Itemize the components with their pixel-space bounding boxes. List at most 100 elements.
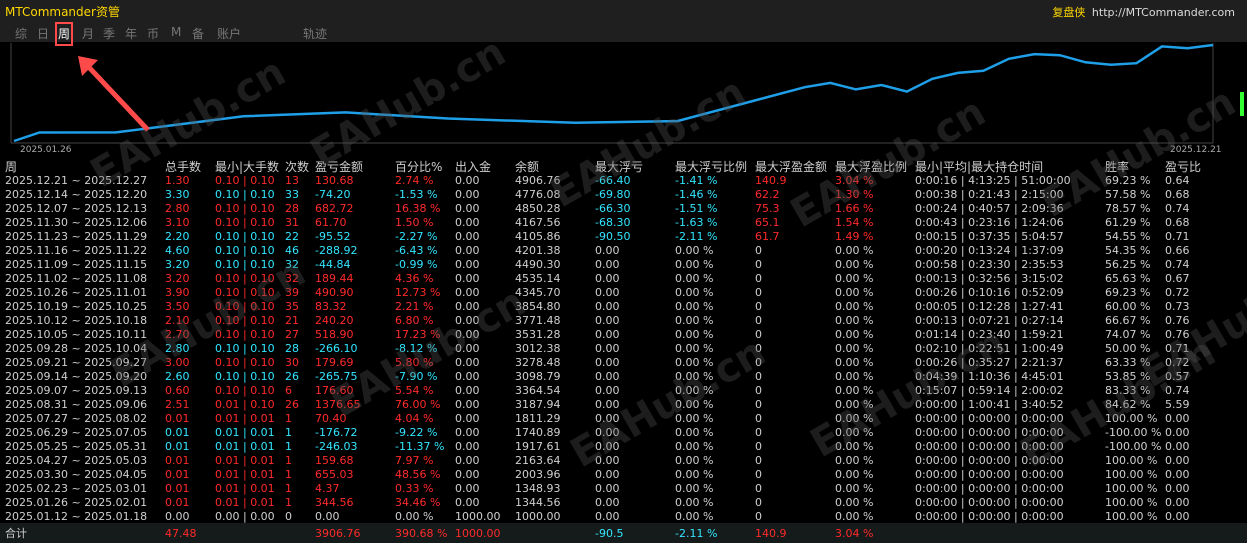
table-row[interactable]: 2025.01.12 ~ 2025.01.18 0.00 0.00 | 0.00 0 0…	[0, 510, 1247, 524]
table-cell: 84.62 %	[1105, 398, 1151, 411]
table-cell: 0.00	[455, 202, 480, 215]
table-cell: 0.00 %	[835, 356, 874, 369]
table-row[interactable]: 2025.10.05 ~ 2025.10.11 2.70 0.10 | 0.10 27…	[0, 328, 1247, 342]
tab-5[interactable]: 年	[125, 25, 137, 43]
tab-6[interactable]: 币	[147, 25, 159, 43]
table-cell: 0:00:26 | 0:10:16 | 0:52:09	[915, 286, 1064, 299]
table-row[interactable]: 2025.01.26 ~ 2025.02.01 0.01 0.01 | 0.01 1 3…	[0, 496, 1247, 510]
table-cell: 0.01 | 0.10	[215, 398, 275, 411]
table-cell: 2.10	[165, 314, 190, 327]
table-cell: 0	[755, 468, 762, 481]
column-header: 次数	[285, 160, 310, 174]
table-row[interactable]: 2025.09.07 ~ 2025.09.13 0.60 0.10 | 0.10 6 1…	[0, 384, 1247, 398]
table-cell: 0.00	[595, 314, 620, 327]
table-cell: 0	[755, 286, 762, 299]
column-header: 百分比%	[395, 160, 443, 174]
table-row[interactable]: 2025.12.21 ~ 2025.12.27 1.30 0.10 | 0.10 13…	[0, 174, 1247, 188]
table-cell: 5.59	[1165, 398, 1190, 411]
table-row[interactable]: 2025.04.27 ~ 2025.05.03 0.01 0.01 | 0.01 1 1…	[0, 454, 1247, 468]
table-cell: 0.01	[165, 412, 190, 425]
table-cell: 60.00 %	[1105, 300, 1151, 313]
table-cell: 0.10 | 0.10	[215, 384, 275, 397]
table-cell: 0.00	[595, 426, 620, 439]
table-cell: 3531.28	[515, 328, 561, 341]
table-cell: 69.23 %	[1105, 174, 1151, 187]
table-row[interactable]: 2025.05.25 ~ 2025.05.31 0.01 0.01 | 0.01 1 -…	[0, 440, 1247, 454]
table-cell: 3364.54	[515, 384, 561, 397]
chart-scrollbar[interactable]	[1240, 44, 1245, 156]
table-row[interactable]: 2025.10.19 ~ 2025.10.25 3.50 0.10 | 0.10 35…	[0, 300, 1247, 314]
brand[interactable]: 复盘侠 http://MTCommander.com	[1052, 4, 1235, 20]
table-cell: 0.00 %	[675, 272, 714, 285]
table-row[interactable]: 2025.06.29 ~ 2025.07.05 0.01 0.01 | 0.01 1 -…	[0, 426, 1247, 440]
column-header: 最大浮盈金额	[755, 160, 828, 174]
table-cell: 0:00:58 | 0:23:30 | 2:35:53	[915, 258, 1064, 271]
table-cell: 0.10 | 0.10	[215, 202, 275, 215]
table-cell: 1000.00	[515, 510, 561, 523]
table-cell: 0.01 | 0.01	[215, 412, 275, 425]
table-cell: 13	[285, 174, 299, 187]
table-cell: 4201.38	[515, 244, 561, 257]
table-row[interactable]: 2025.11.02 ~ 2025.11.08 3.20 0.10 | 0.10 32…	[0, 272, 1247, 286]
table-cell: 0.00 %	[675, 356, 714, 369]
tab-9[interactable]: 账户	[217, 25, 241, 43]
table-cell: 0.00 %	[675, 384, 714, 397]
brand-name[interactable]: 复盘侠	[1052, 6, 1085, 19]
table-cell: 0.00	[315, 510, 340, 523]
table-cell: 0.00	[455, 384, 480, 397]
tab-3[interactable]: 月	[82, 25, 94, 43]
column-header: 最小|平均|最大持仓时间	[915, 160, 1044, 174]
table-cell: 0.00 %	[675, 496, 714, 509]
table-cell: -95.52	[315, 230, 351, 243]
table-row[interactable]: 2025.12.07 ~ 2025.12.13 2.80 0.10 | 0.10 28…	[0, 202, 1247, 216]
table-cell: 1	[285, 426, 292, 439]
table-row[interactable]: 2025.09.21 ~ 2025.09.27 3.00 0.10 | 0.10 30…	[0, 356, 1247, 370]
table-row[interactable]: 2025.09.14 ~ 2025.09.20 2.60 0.10 | 0.10 26…	[0, 370, 1247, 384]
tab-1[interactable]: 日	[37, 25, 49, 43]
table-row[interactable]: 2025.10.12 ~ 2025.10.18 2.10 0.10 | 0.10 21…	[0, 314, 1247, 328]
table-cell: 2025.10.26 ~ 2025.11.01	[5, 286, 148, 299]
table-cell: 0:00:16 | 4:13:25 | 51:00:00	[915, 174, 1071, 187]
table-cell: 0.00 %	[675, 300, 714, 313]
table-cell: 4105.86	[515, 230, 561, 243]
table-cell: 26	[285, 370, 299, 383]
table-row[interactable]: 2025.11.30 ~ 2025.12.06 3.10 0.10 | 0.10 31…	[0, 216, 1247, 230]
scroll-grip[interactable]	[1240, 92, 1244, 116]
table-cell: -288.92	[315, 244, 358, 257]
table-cell: 3.00	[165, 356, 190, 369]
table-cell: 655.03	[315, 468, 354, 481]
table-cell: 0.00	[595, 384, 620, 397]
table-cell: 0.00 %	[835, 426, 874, 439]
table-row[interactable]: 2025.11.09 ~ 2025.11.15 3.20 0.10 | 0.10 32…	[0, 258, 1247, 272]
tab-4[interactable]: 季	[103, 25, 115, 43]
table-cell: 0	[755, 300, 762, 313]
table-cell: 70.40	[315, 412, 347, 425]
table-row[interactable]: 2025.10.26 ~ 2025.11.01 3.90 0.10 | 0.10 39…	[0, 286, 1247, 300]
table-cell: 0.00	[455, 426, 480, 439]
table-row[interactable]: 2025.09.28 ~ 2025.10.04 2.80 0.10 | 0.10 28…	[0, 342, 1247, 356]
table-row[interactable]: 2025.08.31 ~ 2025.09.06 2.51 0.01 | 0.10 26…	[0, 398, 1247, 412]
table-cell: -1.53 %	[395, 188, 438, 201]
tab-2[interactable]: 周	[54, 22, 74, 46]
table-cell: 100.00 %	[1105, 496, 1158, 509]
brand-url[interactable]: http://MTCommander.com	[1092, 6, 1235, 19]
tab-8[interactable]: 备	[192, 25, 204, 43]
tab-7[interactable]: M	[171, 25, 181, 43]
table-row[interactable]: 2025.07.27 ~ 2025.08.02 0.01 0.01 | 0.01 1 7…	[0, 412, 1247, 426]
tab-0[interactable]: 综	[15, 25, 27, 43]
table-row[interactable]: 2025.11.16 ~ 2025.11.22 4.60 0.10 | 0.10 46…	[0, 244, 1247, 258]
table-row[interactable]: 2025.12.14 ~ 2025.12.20 3.30 0.10 | 0.10 33…	[0, 188, 1247, 202]
table-row[interactable]: 2025.11.23 ~ 2025.11.29 2.20 0.10 | 0.10 22…	[0, 230, 1247, 244]
table-cell: 1	[285, 496, 292, 509]
table-cell: 0:00:43 | 0:23:16 | 1:24:06	[915, 216, 1064, 229]
table-row[interactable]: 2025.02.23 ~ 2025.03.01 0.01 0.01 | 0.01 1 4…	[0, 482, 1247, 496]
table-cell: 0	[755, 258, 762, 271]
table-cell: 4850.28	[515, 202, 561, 215]
table-cell: 0.00 %	[675, 286, 714, 299]
tab-10[interactable]: 轨迹	[303, 25, 327, 43]
table-cell: 0.01	[165, 440, 190, 453]
table-cell: 0.72	[1165, 286, 1190, 299]
table-row[interactable]: 2025.03.30 ~ 2025.04.05 0.01 0.01 | 0.01 1 6…	[0, 468, 1247, 482]
table-cell: 0.00 %	[675, 482, 714, 495]
column-header: 周	[5, 160, 18, 174]
